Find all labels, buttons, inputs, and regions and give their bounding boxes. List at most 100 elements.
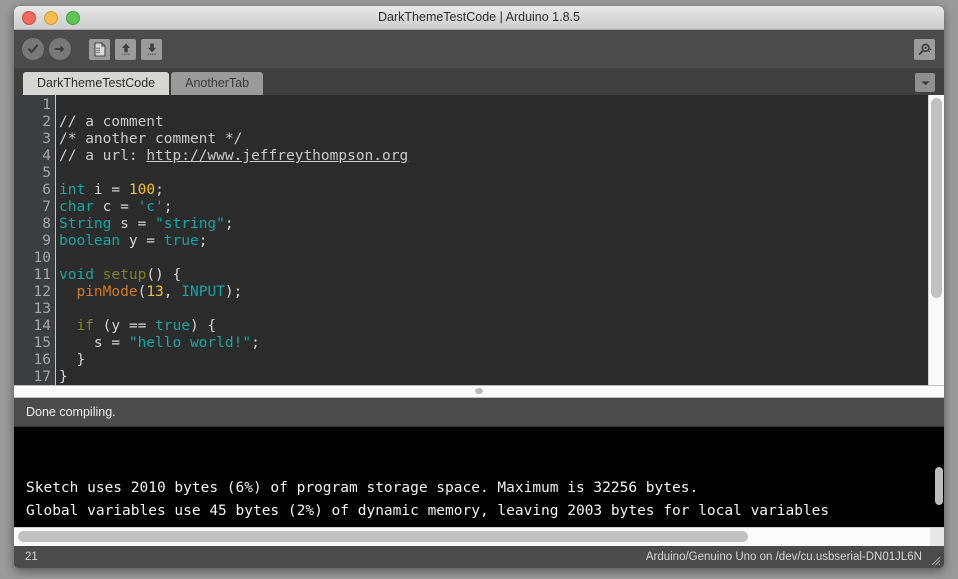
console-horizontal-scrollbar[interactable]: [14, 527, 944, 546]
line-number: 13: [14, 301, 55, 318]
line-number: 11: [14, 267, 55, 284]
line-number: 9: [14, 233, 55, 250]
code-token-type: boolean: [59, 233, 120, 249]
code-token-plain: ;: [225, 216, 234, 232]
tab-bar: DarkThemeTestCode AnotherTab: [14, 69, 944, 95]
code-token-str: 'c': [138, 199, 164, 215]
arrow-up-icon: [119, 42, 133, 57]
code-token-plain: );: [225, 284, 242, 300]
tab-darkthemetestcode[interactable]: DarkThemeTestCode: [23, 72, 169, 95]
toolbar-main-group: [22, 38, 162, 60]
upload-button[interactable]: [49, 38, 71, 60]
code-token-plain: [59, 284, 76, 300]
line-number: 16: [14, 352, 55, 369]
board-port-info: Arduino/Genuino Uno on /dev/cu.usbserial…: [646, 551, 922, 563]
code-token-comment: // a comment: [59, 114, 164, 130]
console-line: Sketch uses 2010 bytes (6%) of program s…: [26, 477, 944, 500]
code-token-comment: /* another comment */: [59, 131, 242, 147]
code-line: String s = "string";: [59, 216, 944, 233]
console-output-panel[interactable]: Sketch uses 2010 bytes (6%) of program s…: [14, 427, 944, 527]
line-number: 4: [14, 148, 55, 165]
code-line: // a url: http://www.jeffreythompson.org: [59, 148, 944, 165]
code-token-type: void: [59, 267, 94, 283]
cursor-line-number: 21: [14, 551, 38, 563]
console-vertical-scrollbar-thumb[interactable]: [935, 467, 943, 505]
code-line: [59, 165, 944, 182]
code-token-type: int: [59, 182, 85, 198]
maximize-window-button[interactable]: [66, 11, 80, 25]
arrow-down-icon: [145, 42, 159, 57]
code-line: char c = 'c';: [59, 199, 944, 216]
code-token-str: "hello world!": [129, 335, 251, 351]
line-number: 10: [14, 250, 55, 267]
code-token-type: String: [59, 216, 111, 232]
code-line: }: [59, 352, 944, 369]
code-line: /* another comment */: [59, 131, 944, 148]
save-button[interactable]: [141, 39, 162, 60]
code-token-plain: }: [59, 369, 68, 385]
code-line: [59, 301, 944, 318]
line-number: 8: [14, 216, 55, 233]
serial-monitor-button[interactable]: [914, 39, 935, 60]
line-number: 14: [14, 318, 55, 335]
editor-vertical-scrollbar[interactable]: [928, 95, 944, 385]
console-horizontal-scrollbar-thumb[interactable]: [18, 531, 748, 542]
code-editor[interactable]: 1234567891011121314151617 // a comment/*…: [14, 95, 944, 385]
code-line: // a comment: [59, 114, 944, 131]
verify-button[interactable]: [22, 38, 44, 60]
code-token-plain: c =: [94, 199, 138, 215]
code-token-plain: ;: [251, 335, 260, 351]
code-token-plain: () {: [146, 267, 181, 283]
editor-vertical-scrollbar-thumb[interactable]: [931, 98, 942, 298]
code-token-plain: }: [59, 352, 85, 368]
code-token-plain: ) {: [190, 318, 216, 334]
code-token-plain: i =: [85, 182, 129, 198]
code-token-plain: (y ==: [94, 318, 155, 334]
code-token-kw: if: [76, 318, 93, 334]
open-button[interactable]: [115, 39, 136, 60]
code-line: [59, 250, 944, 267]
code-token-type: char: [59, 199, 94, 215]
code-token-const: INPUT: [181, 284, 225, 300]
window-title: DarkThemeTestCode | Arduino 1.8.5: [14, 6, 944, 29]
editor-console-splitter[interactable]: [14, 385, 944, 398]
code-token-plain: [94, 267, 103, 283]
minimize-window-button[interactable]: [44, 11, 58, 25]
line-number: 17: [14, 369, 55, 385]
code-token-const: true: [164, 233, 199, 249]
tab-anothertab[interactable]: AnotherTab: [171, 72, 263, 95]
code-token-plain: ;: [199, 233, 208, 249]
arduino-ide-window: DarkThemeTestCode | Arduino 1.8.5: [14, 6, 944, 568]
code-token-str: "string": [155, 216, 225, 232]
code-token-plain: ;: [164, 199, 173, 215]
code-token-url[interactable]: http://www.jeffreythompson.org: [146, 148, 408, 164]
bottom-status-bar: 21 Arduino/Genuino Uno on /dev/cu.usbser…: [14, 546, 944, 568]
resize-grip-icon[interactable]: [928, 553, 941, 566]
console-line: Global variables use 45 bytes (2%) of dy…: [26, 500, 944, 523]
code-token-plain: ,: [164, 284, 181, 300]
code-line: [59, 97, 944, 114]
line-number: 1: [14, 97, 55, 114]
code-token-plain: y =: [120, 233, 164, 249]
code-text-area[interactable]: // a comment/* another comment */// a ur…: [56, 95, 944, 385]
chevron-down-icon: [920, 79, 931, 87]
new-button[interactable]: [89, 39, 110, 60]
code-token-plain: ;: [155, 182, 164, 198]
line-number: 15: [14, 335, 55, 352]
title-bar: DarkThemeTestCode | Arduino 1.8.5: [14, 6, 944, 30]
toolbar: [14, 30, 944, 69]
code-token-method: pinMode: [76, 284, 137, 300]
close-window-button[interactable]: [22, 11, 36, 25]
code-line: s = "hello world!";: [59, 335, 944, 352]
code-token-num: 13: [146, 284, 163, 300]
code-token-plain: s =: [111, 216, 155, 232]
splitter-grip[interactable]: [475, 388, 483, 394]
console-output-text: Sketch uses 2010 bytes (6%) of program s…: [14, 477, 944, 527]
checkmark-icon: [26, 42, 40, 56]
code-token-func: setup: [103, 267, 147, 283]
code-token-plain: (: [138, 284, 147, 300]
console-vertical-scrollbar[interactable]: [933, 427, 944, 527]
line-number: 5: [14, 165, 55, 182]
line-number: 12: [14, 284, 55, 301]
tab-menu-button[interactable]: [915, 73, 935, 92]
